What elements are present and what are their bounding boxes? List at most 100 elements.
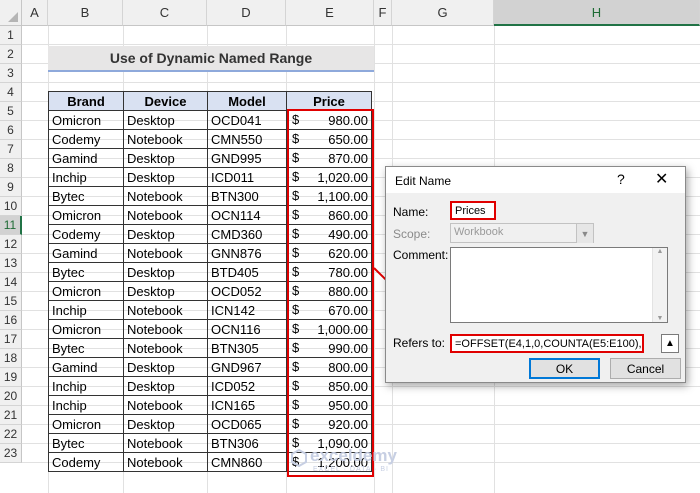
cell-device[interactable]: Desktop: [123, 414, 208, 434]
cell-device[interactable]: Notebook: [123, 319, 208, 339]
cell-price[interactable]: $1,020.00: [286, 167, 372, 187]
row-header[interactable]: 14: [0, 273, 22, 292]
cell-price[interactable]: $780.00: [286, 262, 372, 282]
column-header-e[interactable]: E: [286, 0, 374, 26]
cell-model[interactable]: OCN116: [207, 319, 287, 339]
cell-model[interactable]: ICD052: [207, 376, 287, 396]
row-header[interactable]: 10: [0, 197, 22, 216]
cell-brand[interactable]: Omicron: [48, 281, 124, 301]
row-header[interactable]: 9: [0, 178, 22, 197]
cell-model[interactable]: BTN306: [207, 433, 287, 453]
cell-brand[interactable]: Gamind: [48, 357, 124, 377]
scroll-up-icon[interactable]: ▲: [653, 248, 667, 255]
cell-price[interactable]: $990.00: [286, 338, 372, 358]
cell-brand[interactable]: Codemy: [48, 224, 124, 244]
cell-price[interactable]: $620.00: [286, 243, 372, 263]
cell-price[interactable]: $800.00: [286, 357, 372, 377]
cell-model[interactable]: BTN300: [207, 186, 287, 206]
cell-price[interactable]: $980.00: [286, 110, 372, 130]
cell-brand[interactable]: Bytec: [48, 262, 124, 282]
row-header[interactable]: 4: [0, 83, 22, 102]
row-header[interactable]: 12: [0, 235, 22, 254]
cell-brand[interactable]: Omicron: [48, 205, 124, 225]
select-all-corner[interactable]: [0, 0, 22, 26]
cell-brand[interactable]: Bytec: [48, 338, 124, 358]
cell-price[interactable]: $870.00: [286, 148, 372, 168]
cell-model[interactable]: ICN165: [207, 395, 287, 415]
cell-model[interactable]: ICD011: [207, 167, 287, 187]
cell-price[interactable]: $950.00: [286, 395, 372, 415]
cell-device[interactable]: Desktop: [123, 376, 208, 396]
column-header-h[interactable]: H: [494, 0, 700, 26]
column-header-c[interactable]: C: [123, 0, 207, 26]
cell-model[interactable]: ICN142: [207, 300, 287, 320]
cell-model[interactable]: CMN550: [207, 129, 287, 149]
cell-price[interactable]: $920.00: [286, 414, 372, 434]
cell-device[interactable]: Desktop: [123, 167, 208, 187]
cell-device[interactable]: Desktop: [123, 110, 208, 130]
column-header-b[interactable]: B: [48, 0, 123, 26]
row-header[interactable]: 22: [0, 425, 22, 444]
cell-brand[interactable]: Inchip: [48, 376, 124, 396]
row-header[interactable]: 6: [0, 121, 22, 140]
chevron-down-icon[interactable]: ▼: [576, 224, 593, 243]
cell-device[interactable]: Notebook: [123, 205, 208, 225]
comment-textarea[interactable]: ▲ ▼: [450, 247, 668, 323]
cell-price[interactable]: $650.00: [286, 129, 372, 149]
header-model[interactable]: Model: [207, 91, 287, 111]
cell-device[interactable]: Notebook: [123, 395, 208, 415]
cell-device[interactable]: Notebook: [123, 300, 208, 320]
cell-brand[interactable]: Bytec: [48, 186, 124, 206]
row-header[interactable]: 5: [0, 102, 22, 121]
cell-model[interactable]: OCD041: [207, 110, 287, 130]
cell-device[interactable]: Desktop: [123, 148, 208, 168]
cell-device[interactable]: Desktop: [123, 357, 208, 377]
cell-model[interactable]: OCN114: [207, 205, 287, 225]
cell-device[interactable]: Notebook: [123, 186, 208, 206]
cell-price[interactable]: $490.00: [286, 224, 372, 244]
refers-to-input[interactable]: =OFFSET(E4,1,0,COUNTA(E5:E100),1): [450, 334, 644, 353]
row-header[interactable]: 18: [0, 349, 22, 368]
scope-select[interactable]: Workbook ▼: [450, 223, 594, 243]
cell-brand[interactable]: Codemy: [48, 129, 124, 149]
cell-model[interactable]: BTN305: [207, 338, 287, 358]
cell-brand[interactable]: Inchip: [48, 300, 124, 320]
cell-device[interactable]: Desktop: [123, 281, 208, 301]
row-header[interactable]: 2: [0, 45, 22, 64]
cell-device[interactable]: Notebook: [123, 243, 208, 263]
scroll-down-icon[interactable]: ▼: [653, 315, 667, 322]
ok-button[interactable]: OK: [529, 358, 600, 379]
cell-model[interactable]: CMN860: [207, 452, 287, 472]
cell-brand[interactable]: Omicron: [48, 414, 124, 434]
row-header[interactable]: 8: [0, 159, 22, 178]
row-header[interactable]: 13: [0, 254, 22, 273]
column-header-a[interactable]: A: [22, 0, 48, 26]
cell-model[interactable]: GND995: [207, 148, 287, 168]
column-header-d[interactable]: D: [207, 0, 286, 26]
cell-device[interactable]: Desktop: [123, 224, 208, 244]
name-input[interactable]: Prices: [450, 201, 496, 220]
cell-brand[interactable]: Inchip: [48, 395, 124, 415]
cell-device[interactable]: Desktop: [123, 262, 208, 282]
cell-model[interactable]: OCD065: [207, 414, 287, 434]
row-header[interactable]: 19: [0, 368, 22, 387]
row-header[interactable]: 1: [0, 26, 22, 45]
cell-brand[interactable]: Gamind: [48, 148, 124, 168]
cell-model[interactable]: GND967: [207, 357, 287, 377]
cell-model[interactable]: BTD405: [207, 262, 287, 282]
cell-price[interactable]: $1,000.00: [286, 319, 372, 339]
cell-model[interactable]: OCD052: [207, 281, 287, 301]
cell-price[interactable]: $670.00: [286, 300, 372, 320]
cell-price[interactable]: $880.00: [286, 281, 372, 301]
comment-scrollbar[interactable]: ▲ ▼: [652, 248, 667, 322]
cell-brand[interactable]: Inchip: [48, 167, 124, 187]
cell-price[interactable]: $860.00: [286, 205, 372, 225]
row-header[interactable]: 17: [0, 330, 22, 349]
cancel-button[interactable]: Cancel: [610, 358, 681, 379]
cell-brand[interactable]: Bytec: [48, 433, 124, 453]
cell-price[interactable]: $850.00: [286, 376, 372, 396]
collapse-dialog-icon[interactable]: ▲: [661, 334, 679, 353]
column-header-f[interactable]: F: [374, 0, 392, 26]
row-header[interactable]: 7: [0, 140, 22, 159]
cell-device[interactable]: Notebook: [123, 452, 208, 472]
